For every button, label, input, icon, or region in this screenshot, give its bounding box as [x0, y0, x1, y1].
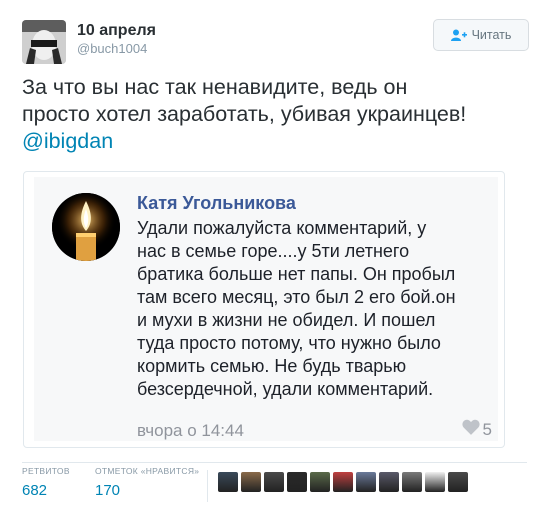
liker-avatar-4[interactable] — [287, 472, 307, 492]
retweets-count: 682 — [22, 482, 48, 499]
author-handle[interactable]: @buch1004 — [77, 41, 147, 56]
liker-avatar-3[interactable] — [264, 472, 284, 492]
comment-text-line: кормить семью. Не будь тварью — [137, 356, 407, 376]
follow-button[interactable]: Читать — [433, 19, 529, 51]
likes-stat[interactable]: ОТМЕТОК «НРАВИТСЯ» 170 — [95, 466, 199, 499]
liker-avatar-7[interactable] — [356, 472, 376, 492]
author-name[interactable]: 10 апреля — [77, 22, 156, 40]
comment-text-line: нас в семье горе....у 5ти летнего — [137, 241, 410, 261]
comment-text-line: туда просто потому, что нужно было — [137, 333, 441, 353]
heart-icon — [461, 419, 480, 440]
tweet-text-line: За что вы нас так ненавидите, ведь он — [22, 75, 408, 99]
comment-text-line: безсердечной, удали комментарий. — [137, 379, 434, 399]
retweets-stat[interactable]: РЕТВИТОВ 682 — [22, 466, 70, 499]
liker-avatar-2[interactable] — [241, 472, 261, 492]
tweet-text: За что вы нас так ненавидите, ведь он пр… — [22, 74, 527, 155]
comment-likes-count: 5 — [482, 419, 492, 439]
retweets-label: РЕТВИТОВ — [22, 466, 70, 476]
liker-avatar-6[interactable] — [333, 472, 353, 492]
candle-avatar — [52, 193, 120, 261]
attached-image[interactable]: Катя Угольникова Удали пожалуйста коммен… — [23, 171, 505, 448]
liker-avatar-5[interactable] — [310, 472, 330, 492]
liker-avatar-1[interactable] — [218, 472, 238, 492]
comment-text-line: там всего месяц, это был 2 его бой.он — [137, 287, 456, 307]
liker-avatar-9[interactable] — [402, 472, 422, 492]
author-avatar[interactable] — [22, 20, 66, 64]
person-plus-icon — [450, 29, 467, 42]
stats-separator — [207, 470, 208, 502]
author-avatar-icon — [22, 20, 66, 64]
liker-avatars — [218, 472, 468, 492]
comment-text-line: и мухи в жизни не обидел. И пошел — [137, 310, 436, 330]
stats-divider — [22, 462, 527, 463]
comment-time: вчора о 14:44 — [137, 421, 244, 440]
commenter-name: Катя Угольникова — [137, 193, 296, 213]
liker-avatar-10[interactable] — [425, 472, 445, 492]
comment-text-line: Удали пожалуйста комментарий, у — [137, 218, 427, 238]
comment-text: Удали пожалуйста комментарий, у нас в се… — [137, 217, 497, 401]
liker-avatar-11[interactable] — [448, 472, 468, 492]
comment-screenshot: Катя Угольникова Удали пожалуйста коммен… — [34, 177, 498, 441]
likes-count: 170 — [95, 482, 121, 499]
likes-label: ОТМЕТОК «НРАВИТСЯ» — [95, 466, 200, 476]
comment-likes: 5 — [461, 419, 492, 440]
comment-text-line: братика больше нет папы. Он пробыл — [137, 264, 456, 284]
candle-icon — [52, 193, 120, 261]
mention-link[interactable]: @ibigdan — [22, 128, 527, 155]
liker-avatar-8[interactable] — [379, 472, 399, 492]
tweet-text-line: просто хотел заработать, убивая украинце… — [22, 102, 467, 126]
follow-button-label: Читать — [471, 28, 512, 42]
